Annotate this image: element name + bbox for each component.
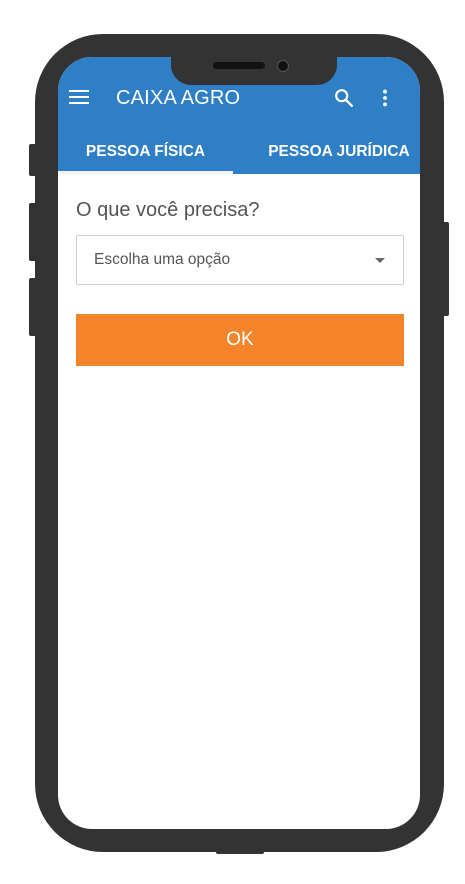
app-screen: CAIXA AGRO PESSOA FÍSICA PESSOA JURÍDICA…	[58, 57, 420, 829]
search-icon[interactable]	[333, 87, 355, 109]
tab-pessoa-juridica[interactable]: PESSOA JURÍDICA	[233, 129, 420, 174]
speaker-icon	[213, 62, 265, 69]
camera-icon	[277, 60, 289, 72]
phone-volume-up-button	[29, 203, 37, 261]
option-select[interactable]: Escolha uma opção	[76, 235, 404, 285]
phone-volume-down-button	[29, 278, 37, 336]
more-vert-icon[interactable]	[374, 87, 396, 109]
select-placeholder: Escolha uma opção	[94, 251, 231, 268]
dropdown-arrow-icon	[375, 258, 385, 263]
menu-icon[interactable]	[69, 90, 89, 106]
phone-bottom-port	[216, 846, 264, 854]
tab-pessoa-fisica[interactable]: PESSOA FÍSICA	[58, 129, 233, 174]
ok-button[interactable]: OK	[76, 314, 404, 366]
question-label: O que você precisa?	[76, 199, 260, 221]
phone-side-button	[29, 144, 37, 176]
phone-notch	[171, 48, 337, 85]
phone-power-button	[441, 222, 449, 316]
active-tab-indicator	[58, 171, 233, 174]
app-title: CAIXA AGRO	[116, 87, 241, 109]
